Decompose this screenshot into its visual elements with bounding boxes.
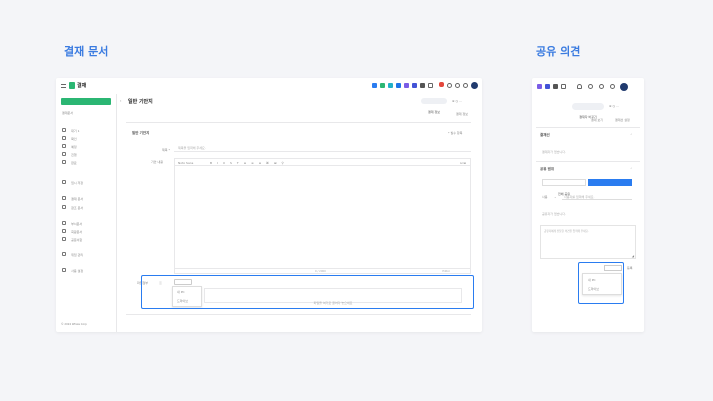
contacts-icon[interactable]: [412, 83, 417, 88]
editor-extra-icons[interactable]: ⊡ ⊞: [460, 161, 466, 165]
change-approver-pill[interactable]: 결재자 바꾸기: [572, 103, 604, 119]
font-select[interactable]: Noto Sans: [178, 161, 193, 165]
header-icons[interactable]: ⊕ ◷ ⋯: [452, 99, 462, 103]
chat-icon[interactable]: [380, 83, 385, 88]
chevron-down-icon[interactable]: ⌄: [554, 195, 557, 199]
new-doc-button[interactable]: 결재 작성: [61, 98, 111, 114]
drive-icon[interactable]: [420, 83, 425, 88]
divider-1: [536, 127, 640, 128]
resize-handle-icon[interactable]: ◢: [632, 254, 634, 258]
editor-body[interactable]: [174, 166, 471, 270]
sidebar-divider: [116, 94, 117, 332]
draft-icon: [62, 180, 66, 184]
calendar-icon[interactable]: [404, 83, 409, 88]
calendar-icon[interactable]: [545, 84, 550, 89]
reference-icon: [62, 205, 66, 209]
delegate-icon: [62, 252, 66, 256]
sidebar-item-settings[interactable]: 사용 설정: [62, 257, 83, 276]
help-icon[interactable]: [455, 83, 460, 88]
sidebar: 대기 1 확인 예정 진행 완료 임시 저장 결재 문서 참조 문서 부서문서 …: [56, 117, 112, 273]
form-title: 일반 기안지: [132, 131, 150, 135]
heading-left: 결재 문서: [64, 45, 109, 58]
highlight-attach-section: [141, 275, 474, 309]
link-view[interactable]: 결재 보기: [591, 118, 603, 122]
back-icon[interactable]: ‹: [120, 99, 121, 103]
approval-empty: 결재자가 없습니다.: [542, 150, 566, 154]
format-buttons[interactable]: B I U S T ≡ ≡ ≡ ⌘ ⊞ ⚲: [210, 161, 286, 165]
footer: © 2024 Whale Corp: [61, 323, 87, 326]
section-share: 공유 범위: [540, 167, 555, 171]
help-icon[interactable]: [599, 84, 604, 89]
avatar[interactable]: [471, 82, 478, 89]
apps-icon[interactable]: [428, 83, 433, 88]
sidebar-item-done[interactable]: 완료: [62, 149, 77, 168]
avatar[interactable]: [620, 83, 628, 91]
pill-icons[interactable]: ⊕ ◷ ⋯: [609, 104, 619, 108]
form-bottom-line: [126, 314, 471, 315]
section-approval: 결재선: [540, 133, 550, 137]
app-title: 결재: [77, 83, 87, 89]
person-icon[interactable]: [447, 83, 452, 88]
home-icon[interactable]: [372, 83, 377, 88]
collapse-share-icon[interactable]: ⌃: [630, 167, 633, 171]
highlight-share-attach: [578, 262, 624, 304]
header-pill[interactable]: 결재 정보: [421, 98, 447, 114]
form-top-line: [126, 122, 471, 123]
settings-icon[interactable]: [610, 84, 615, 89]
link-settings[interactable]: 결재선 설정: [615, 118, 630, 122]
drive-icon[interactable]: [553, 84, 558, 89]
editor-status: 0 / 2000 Editor: [174, 268, 471, 274]
form-required: * 필수 항목: [448, 131, 463, 135]
title-input[interactable]: 제목을 입력해 주세요.: [174, 144, 471, 152]
settings-icon: [62, 268, 66, 272]
mail-icon[interactable]: [537, 84, 542, 89]
app-logo-icon: [69, 82, 75, 89]
sidebar-group-label: 결재문서: [62, 111, 74, 115]
collapse-approval-icon[interactable]: ⌃: [630, 133, 633, 137]
opinion-textarea[interactable]: 공유자에게 전달할 의견을 입력해 주세요. ◢: [540, 225, 636, 259]
share-send-button[interactable]: 등록: [627, 266, 633, 270]
user-type-select[interactable]: 사용: [542, 195, 548, 199]
editor-toolbar: Noto Sans B I U S T ≡ ≡ ≡ ⌘ ⊞ ⚲ ⊡ ⊞: [174, 158, 471, 166]
field-content-label: 기안 내용: [151, 160, 163, 164]
done-icon: [62, 160, 66, 164]
tab-partial[interactable]: 일부 공유: [588, 179, 632, 195]
tab-all[interactable]: 전체 공유: [542, 179, 586, 196]
user-search-input[interactable]: 사용자를 입력해 주세요.: [562, 193, 632, 200]
doc-title: 일반 기안지: [128, 99, 153, 105]
heading-right: 공유 의견: [536, 45, 581, 58]
cloud-icon[interactable]: [388, 83, 393, 88]
settings-icon[interactable]: [463, 83, 468, 88]
field-title-label: 제목 *: [162, 148, 170, 152]
share-empty: 공유자가 없습니다.: [542, 212, 566, 216]
apps-icon[interactable]: [561, 84, 566, 89]
mail-icon[interactable]: [396, 83, 401, 88]
rocket-icon[interactable]: [439, 82, 444, 87]
bell-icon[interactable]: [577, 84, 582, 89]
person-icon[interactable]: [588, 84, 593, 89]
header-sub-link[interactable]: 결재 정보: [456, 112, 468, 116]
divider-2: [536, 161, 640, 162]
menu-icon[interactable]: [61, 84, 66, 88]
